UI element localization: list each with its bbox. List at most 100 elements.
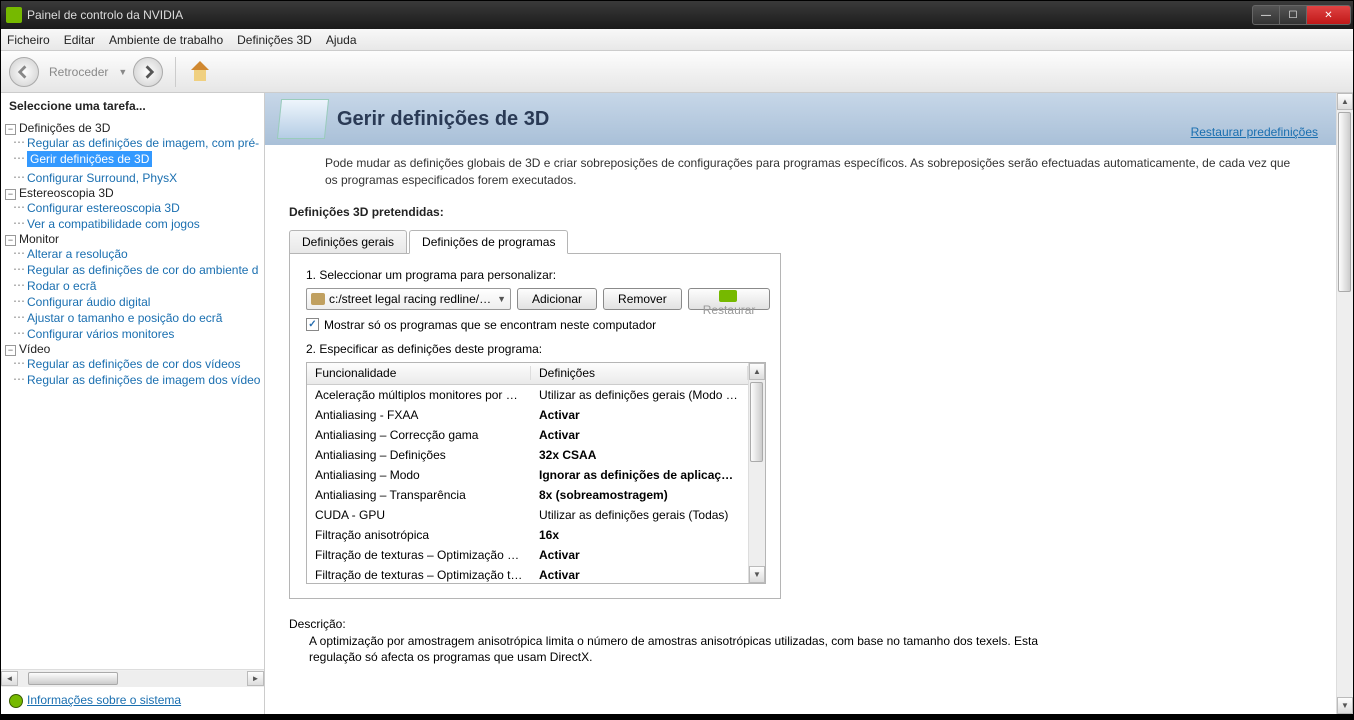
forward-button[interactable] [133, 57, 163, 87]
tree-link[interactable]: Ajustar o tamanho e posição do ecrã [27, 310, 264, 326]
tree-toggle-icon[interactable]: − [5, 124, 16, 135]
cell-feature: Filtração de texturas – Optimização tril… [307, 568, 531, 582]
tab-panel: Definições gerais Definições de programa… [289, 229, 1316, 599]
tree-link[interactable]: Regular as definições de imagem dos víde… [27, 372, 264, 388]
table-row[interactable]: CUDA - GPUUtilizar as definições gerais … [307, 505, 748, 525]
back-arrow-icon [17, 65, 31, 79]
nvidia-icon [6, 7, 22, 23]
page-header-icon [277, 99, 329, 139]
main-vscroll[interactable]: ▲ ▼ [1336, 93, 1353, 714]
menu-help[interactable]: Ajuda [326, 33, 357, 47]
sidebar-hscroll[interactable]: ◄ ► [1, 669, 264, 686]
system-info-link[interactable]: Informações sobre o sistema [27, 693, 181, 707]
tree-link[interactable]: Regular as definições de cor do ambiente… [27, 262, 264, 278]
hscroll-track[interactable] [18, 671, 247, 686]
col-setting[interactable]: Definições [531, 366, 748, 380]
tree-link[interactable]: Ver a compatibilidade com jogos [27, 216, 264, 232]
hscroll-thumb[interactable] [28, 672, 118, 685]
table-row[interactable]: Filtração anisotrópica16x [307, 525, 748, 545]
tree-group-header[interactable]: −Definições de 3D [5, 121, 264, 135]
table-row[interactable]: Antialiasing – Transparência8x (sobreamo… [307, 485, 748, 505]
main-vscroll-track[interactable] [1337, 110, 1353, 697]
table-row[interactable]: Antialiasing – Definições32x CSAA [307, 445, 748, 465]
cell-feature: Aceleração múltiplos monitores por combi… [307, 388, 531, 402]
cell-setting: 16x [531, 528, 748, 542]
remove-button[interactable]: Remover [603, 288, 682, 310]
tree-link[interactable]: Gerir definições de 3D [27, 151, 152, 167]
hscroll-left-button[interactable]: ◄ [1, 671, 18, 686]
cell-feature: Antialiasing – Correcção gama [307, 428, 531, 442]
maximize-button[interactable]: ☐ [1279, 5, 1307, 25]
program-select[interactable]: c:/street legal racing redline/slr... ▼ [306, 288, 511, 310]
menu-edit[interactable]: Editar [64, 33, 95, 47]
tree-group-header[interactable]: −Vídeo [5, 342, 264, 356]
menu-desktop[interactable]: Ambiente de trabalho [109, 33, 223, 47]
back-button[interactable] [9, 57, 39, 87]
tab-program-settings[interactable]: Definições de programas [409, 230, 568, 254]
toolbar: Retroceder ▼ [1, 51, 1353, 93]
cell-setting: Activar [531, 408, 748, 422]
tree-toggle-icon[interactable]: − [5, 189, 16, 200]
table-row[interactable]: Aceleração múltiplos monitores por combi… [307, 385, 748, 405]
main-vscroll-down-button[interactable]: ▼ [1337, 697, 1353, 714]
table-row[interactable]: Filtração de texturas – Optimização por … [307, 545, 748, 565]
hscroll-right-button[interactable]: ► [247, 671, 264, 686]
tree-link[interactable]: Configurar vários monitores [27, 326, 264, 342]
tree-group-header[interactable]: −Estereoscopia 3D [5, 186, 264, 200]
cell-feature: CUDA - GPU [307, 508, 531, 522]
restore-defaults-link[interactable]: Restaurar predefinições [1191, 125, 1318, 139]
col-feature[interactable]: Funcionalidade [307, 366, 531, 380]
table-row[interactable]: Antialiasing – ModoIgnorar as definições… [307, 465, 748, 485]
vscroll-up-button[interactable]: ▲ [749, 363, 765, 380]
table-row[interactable]: Antialiasing – Correcção gamaActivar [307, 425, 748, 445]
page-intro: Pode mudar as definições globais de 3D e… [265, 145, 1336, 199]
menubar: Ficheiro Editar Ambiente de trabalho Def… [1, 29, 1353, 51]
tree-link[interactable]: Configurar Surround, PhysX [27, 170, 264, 186]
add-button[interactable]: Adicionar [517, 288, 597, 310]
show-only-installed-checkbox[interactable]: ✓ [306, 318, 319, 331]
step1-label: 1. Seleccionar um programa para personal… [306, 268, 764, 282]
vscroll-track[interactable] [749, 380, 765, 566]
tree-toggle-icon[interactable]: − [5, 235, 16, 246]
cell-setting: Activar [531, 428, 748, 442]
cell-setting: Utilizar as definições gerais (Todas) [531, 508, 748, 522]
description-heading: Descrição: [289, 617, 1306, 631]
cell-feature: Antialiasing – Definições [307, 448, 531, 462]
tab-global-settings[interactable]: Definições gerais [289, 230, 407, 254]
back-dropdown-icon[interactable]: ▼ [118, 67, 127, 77]
titlebar[interactable]: Painel de controlo da NVIDIA — ☐ ✕ [1, 1, 1353, 29]
table-vscroll[interactable]: ▲ ▼ [748, 363, 765, 583]
program-icon [311, 293, 325, 305]
vscroll-thumb[interactable] [750, 382, 763, 462]
vscroll-down-button[interactable]: ▼ [749, 566, 765, 583]
tree-link[interactable]: Regular as definições de cor dos vídeos [27, 356, 264, 372]
section-title: Definições 3D pretendidas: [265, 199, 1336, 229]
tree-link[interactable]: Configurar estereoscopia 3D [27, 200, 264, 216]
tree-toggle-icon[interactable]: − [5, 345, 16, 356]
tree-link[interactable]: Regular as definições de imagem, com pré… [27, 135, 264, 151]
restore-button[interactable]: Restaurar [688, 288, 771, 310]
cell-setting: Activar [531, 568, 748, 582]
page-header: Gerir definições de 3D Restaurar predefi… [265, 93, 1336, 145]
main: Gerir definições de 3D Restaurar predefi… [265, 93, 1353, 714]
minimize-button[interactable]: — [1252, 5, 1280, 25]
menu-file[interactable]: Ficheiro [7, 33, 50, 47]
back-label: Retroceder [49, 65, 108, 79]
main-vscroll-up-button[interactable]: ▲ [1337, 93, 1353, 110]
tree-group-label: Definições de 3D [19, 121, 110, 135]
sidebar-footer: Informações sobre o sistema [1, 686, 264, 714]
home-button[interactable] [188, 61, 212, 83]
table-row[interactable]: Filtração de texturas – Optimização tril… [307, 565, 748, 583]
tree-link[interactable]: Rodar o ecrã [27, 278, 264, 294]
tree-link[interactable]: Configurar áudio digital [27, 294, 264, 310]
cell-setting: 32x CSAA [531, 448, 748, 462]
menu-3d-settings[interactable]: Definições 3D [237, 33, 312, 47]
tree-link[interactable]: Alterar a resolução [27, 246, 264, 262]
cell-setting: 8x (sobreamostragem) [531, 488, 748, 502]
tree-group-header[interactable]: −Monitor [5, 232, 264, 246]
table-row[interactable]: Antialiasing - FXAAActivar [307, 405, 748, 425]
sidebar-title: Seleccione uma tarefa... [1, 93, 264, 119]
close-button[interactable]: ✕ [1306, 5, 1351, 25]
cell-setting: Ignorar as definições de aplicações [531, 468, 748, 482]
main-vscroll-thumb[interactable] [1338, 112, 1351, 292]
